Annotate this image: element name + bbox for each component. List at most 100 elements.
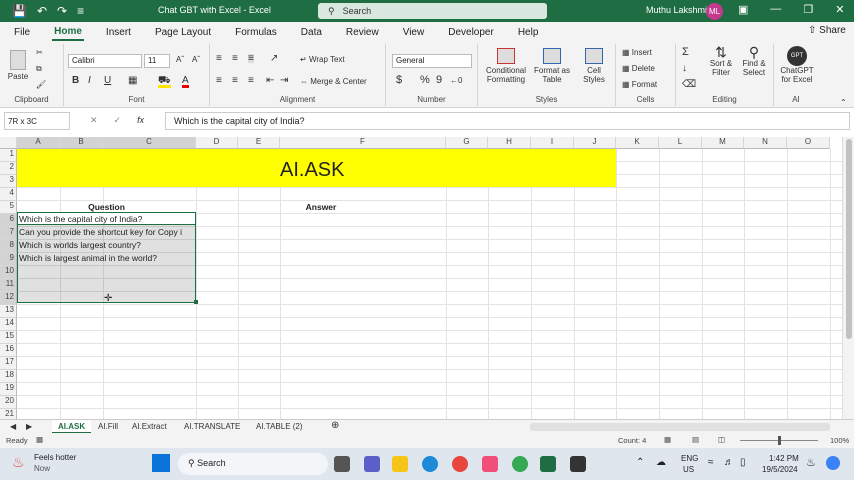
accessibility-icon[interactable]: ▦ — [36, 435, 43, 444]
fill-handle[interactable] — [194, 300, 198, 304]
tab-home[interactable]: Home — [52, 24, 84, 41]
col-header-e[interactable]: E — [238, 137, 280, 149]
cell-styles-button[interactable]: Cell Styles — [576, 48, 612, 84]
search-box[interactable]: ⚲ Search — [318, 3, 547, 19]
chevron-up-icon[interactable]: ⌃ — [636, 457, 644, 468]
windows-start-icon[interactable] — [152, 454, 170, 472]
close-icon[interactable]: ✕ — [835, 3, 844, 16]
redo-icon[interactable]: ↷ — [57, 4, 67, 18]
col-header-d[interactable]: D — [196, 137, 238, 149]
bold-button[interactable]: B — [72, 76, 79, 86]
vertical-scrollbar[interactable] — [842, 137, 854, 419]
chrome-icon[interactable] — [452, 456, 468, 472]
row-header[interactable]: 12 — [0, 292, 17, 305]
percent-button[interactable]: % — [420, 75, 430, 86]
tab-sheet-ai-fill[interactable]: AI.Fill — [92, 420, 124, 434]
col-header-o[interactable]: O — [787, 137, 830, 149]
share-button[interactable]: ⇧ Share — [808, 25, 846, 36]
row-header[interactable]: 4 — [0, 188, 17, 201]
select-all-corner[interactable] — [0, 137, 17, 149]
tab-sheet-ai-translate[interactable]: AI.TRANSLATE — [178, 420, 246, 434]
spreadsheet-grid[interactable]: A B C D E F G H I J K L M N O 1234567891… — [0, 137, 842, 419]
row-header[interactable]: 16 — [0, 344, 17, 357]
undo-icon[interactable]: ↶ — [37, 4, 47, 18]
font-color-icon[interactable]: A — [182, 76, 189, 88]
teams-icon[interactable] — [364, 456, 380, 472]
minimize-icon[interactable]: — — [770, 3, 781, 16]
format-cells-button[interactable]: ▦ Format — [622, 80, 657, 89]
weather-icon[interactable]: ♨ — [12, 454, 25, 471]
merge-center-button[interactable]: ⇔ Merge & Center — [300, 77, 367, 86]
row-header[interactable]: 21 — [0, 409, 17, 419]
question-cell[interactable]: Can you provide the shortcut key for Cop… — [19, 227, 194, 237]
row-header[interactable]: 13 — [0, 305, 17, 318]
comma-button[interactable]: 9 — [436, 75, 442, 86]
row-header[interactable]: 7 — [0, 227, 17, 240]
ribbon-display-icon[interactable]: ▣ — [738, 3, 748, 16]
cloud-icon[interactable]: ☁ — [656, 457, 666, 468]
edge-icon[interactable] — [422, 456, 438, 472]
increase-decimal-icon[interactable]: ←0 — [450, 76, 462, 85]
horizontal-scrollbar[interactable] — [530, 423, 830, 431]
underline-button[interactable]: U — [104, 76, 111, 86]
fill-icon[interactable]: ↓ — [682, 64, 687, 74]
copy-icon[interactable]: ⧉ — [36, 64, 42, 73]
collapse-ribbon-icon[interactable]: ⌃ — [840, 98, 847, 107]
row-header[interactable]: 6 — [0, 214, 17, 227]
font-size-select[interactable]: 11 — [144, 54, 170, 68]
lang-primary[interactable]: ENG — [681, 454, 698, 463]
wrap-text-button[interactable]: ↵ Wrap Text — [300, 55, 345, 64]
currency-button[interactable]: $ — [396, 75, 402, 86]
col-header-n[interactable]: N — [744, 137, 787, 149]
italic-button[interactable]: I — [88, 76, 91, 86]
delete-cells-button[interactable]: ▦ Delete — [622, 64, 655, 73]
zoom-level[interactable]: 100% — [830, 436, 849, 445]
file-explorer-icon[interactable] — [392, 456, 408, 472]
answer-header[interactable]: Answer — [280, 202, 362, 212]
col-header-g[interactable]: G — [446, 137, 488, 149]
camera-icon[interactable] — [570, 456, 586, 472]
conditional-formatting-button[interactable]: Conditional Formatting — [484, 48, 528, 84]
formula-input[interactable]: Which is the capital city of India? — [165, 112, 850, 130]
row-header[interactable]: 18 — [0, 370, 17, 383]
tab-view[interactable]: View — [401, 25, 427, 40]
weather-title[interactable]: Feels hotter — [34, 453, 76, 462]
tab-file[interactable]: File — [12, 25, 32, 40]
col-header-f[interactable]: F — [280, 137, 446, 149]
row-header[interactable]: 14 — [0, 318, 17, 331]
row-header[interactable]: 9 — [0, 253, 17, 266]
task-view-icon[interactable] — [334, 456, 350, 472]
question-cell[interactable]: Which is worlds largest country? — [19, 240, 194, 250]
align-left-icon[interactable]: ≡ — [216, 76, 222, 86]
tab-data[interactable]: Data — [299, 25, 324, 40]
notification-bell-icon[interactable]: ♨ — [806, 456, 816, 469]
row-header[interactable]: 1 — [0, 149, 17, 162]
row-header[interactable]: 20 — [0, 396, 17, 409]
insert-cells-button[interactable]: ▦ Insert — [622, 48, 652, 57]
page-break-view-icon[interactable]: ◫ — [718, 435, 725, 444]
copilot-icon[interactable] — [826, 456, 840, 470]
col-header-b[interactable]: B — [60, 137, 103, 149]
chatgpt-for-excel-button[interactable]: GPT ChatGPT for Excel — [776, 46, 818, 84]
zoom-thumb[interactable] — [778, 436, 781, 445]
maximize-icon[interactable]: ❐ — [803, 3, 813, 16]
clock-time[interactable]: 1:42 PM — [769, 454, 799, 463]
find-select-button[interactable]: ⚲ Find & Select — [738, 45, 770, 77]
increase-indent-icon[interactable]: ⇥ — [280, 76, 288, 86]
row-header[interactable]: 10 — [0, 266, 17, 279]
col-header-c[interactable]: C — [103, 137, 196, 149]
fx-button[interactable]: fx — [137, 115, 144, 126]
format-painter-icon[interactable]: 🖌 — [36, 80, 46, 89]
save-icon[interactable]: 💾 — [12, 4, 27, 18]
col-header-h[interactable]: H — [488, 137, 531, 149]
customize-qat-icon[interactable]: ≡ — [77, 4, 84, 18]
wifi-icon[interactable]: ≈ — [708, 457, 714, 468]
col-header-i[interactable]: I — [531, 137, 574, 149]
row-header[interactable]: 8 — [0, 240, 17, 253]
borders-icon[interactable]: ▦ — [128, 76, 137, 86]
col-header-a[interactable]: A — [17, 137, 60, 149]
question-cell[interactable]: Which is largest animal in the world? — [19, 253, 194, 263]
col-header-j[interactable]: J — [574, 137, 616, 149]
align-center-icon[interactable]: ≡ — [232, 76, 238, 86]
music-icon[interactable] — [482, 456, 498, 472]
